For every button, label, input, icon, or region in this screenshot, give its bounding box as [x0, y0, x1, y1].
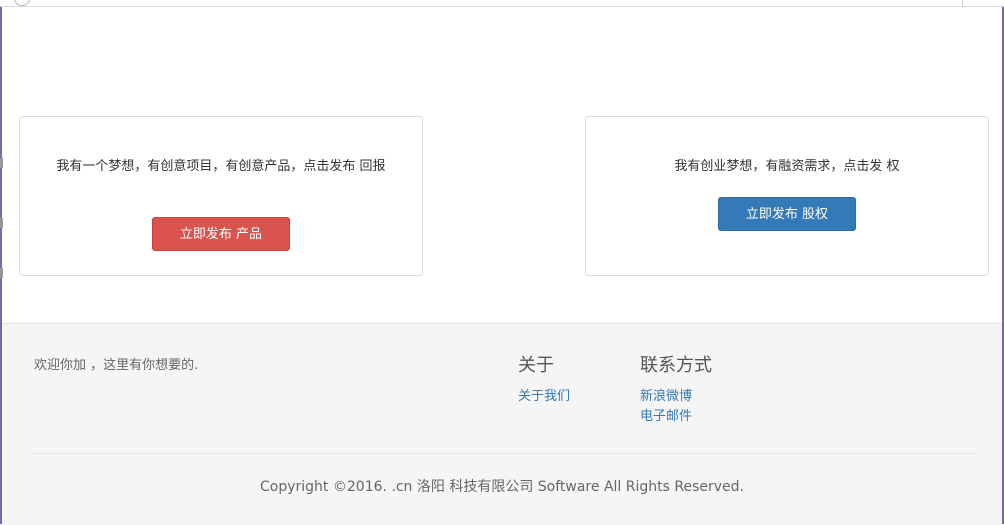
about-us-link[interactable]: 关于我们 [518, 385, 570, 404]
welcome-text: 欢迎你加 ，这里有你想要的. [34, 358, 199, 373]
publish-equity-button[interactable]: 立即发布 股权 [718, 197, 856, 231]
top-bar [0, 0, 1004, 7]
weibo-link[interactable]: 新浪微博 [640, 385, 692, 404]
publish-product-button[interactable]: 立即发布 产品 [152, 217, 290, 251]
footer: 欢迎你加 ，这里有你想要的. 关于 关于我们 联系方式 新浪微博 电子邮件 Co… [2, 323, 1002, 525]
side-mark [0, 218, 3, 228]
email-link[interactable]: 电子邮件 [640, 405, 692, 424]
side-mark [0, 158, 3, 168]
creative-project-text: 我有一个梦想，有创意项目，有创意产品，点击发布 回报 [56, 159, 386, 174]
copyright-text: Copyright ©2016. .cn 洛阳 科技有限公司 Software … [260, 479, 744, 495]
about-title: 关于 [518, 355, 554, 376]
financing-text: 我有创业梦想，有融资需求，点击发 权 [674, 159, 900, 174]
creative-project-card: 我有一个梦想，有创意项目，有创意产品，点击发布 回报 立即发布 产品 [19, 116, 423, 276]
financing-card: 我有创业梦想，有融资需求，点击发 权 立即发布 股权 [585, 116, 989, 276]
footer-divider [32, 453, 976, 454]
circle-control-icon [14, 0, 30, 6]
contact-title: 联系方式 [640, 355, 712, 376]
divider [962, 0, 963, 6]
side-mark [0, 268, 3, 278]
